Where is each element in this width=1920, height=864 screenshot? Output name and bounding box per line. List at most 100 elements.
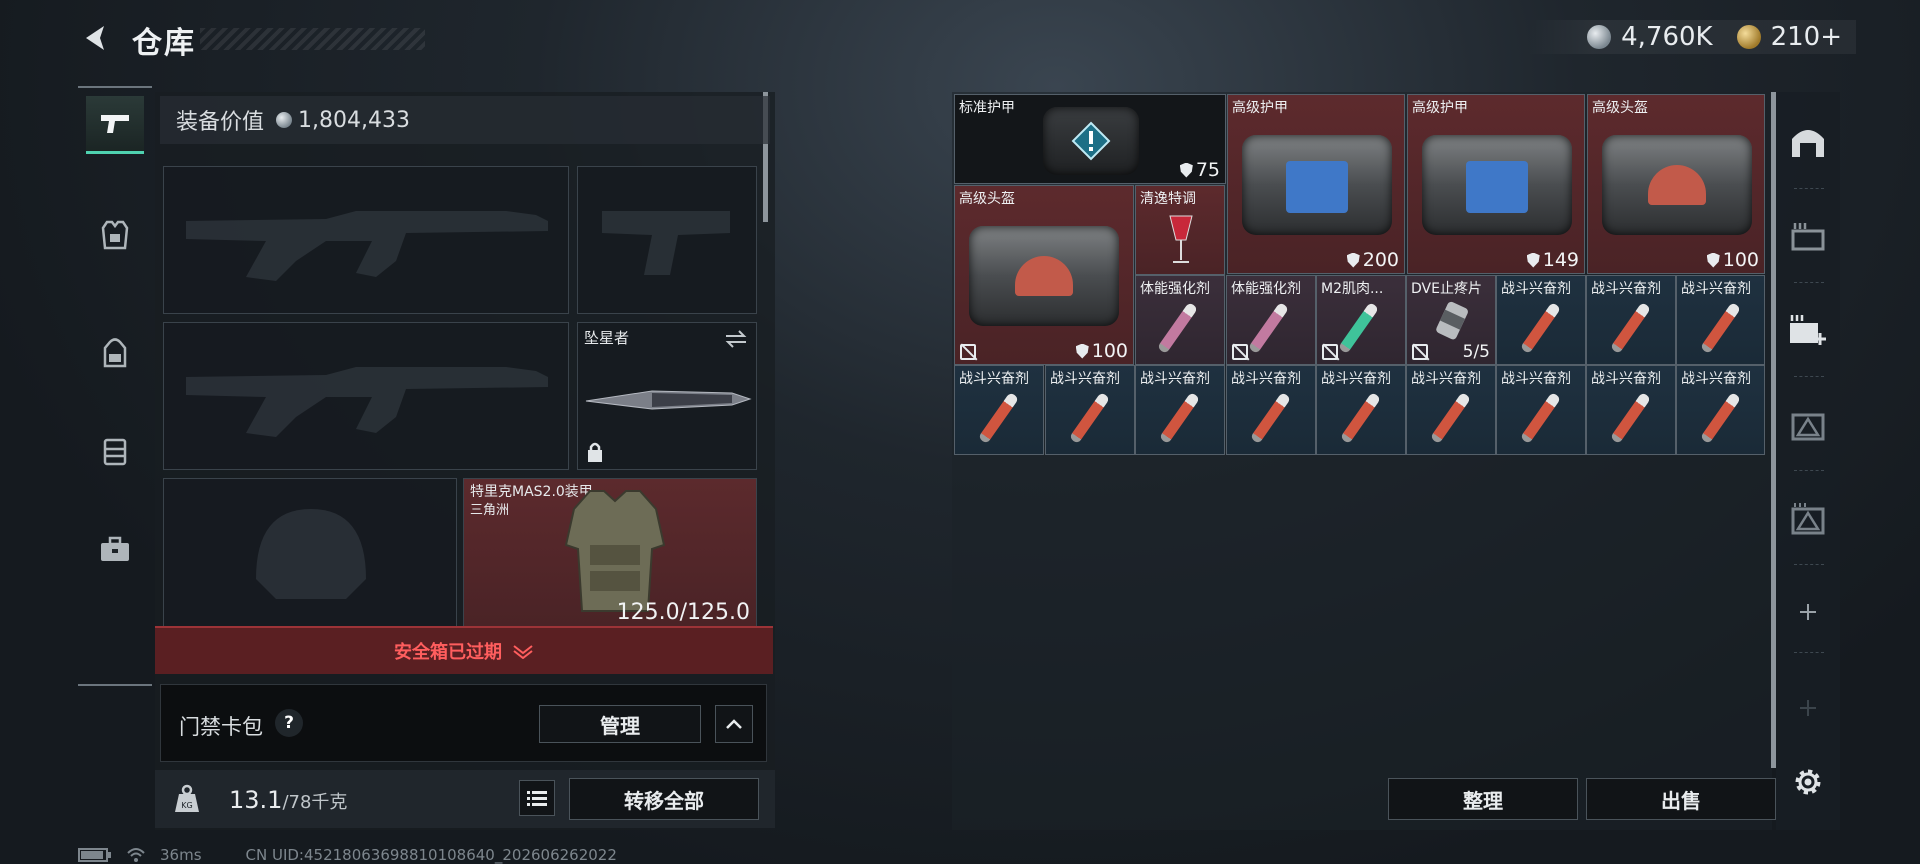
sort-button[interactable]: 整理 (1388, 778, 1578, 820)
storage-tab-4[interactable] (1788, 404, 1828, 444)
inventory-item-standard-armor[interactable]: 标准护甲 75 (954, 94, 1226, 184)
rail-divider (1794, 282, 1824, 283)
equipment-value-bar: 装备价值 1,804,433 (160, 96, 770, 144)
item-name: 高级护甲 (1232, 100, 1288, 116)
duffel-bag-icon (1602, 135, 1752, 235)
silver-coin-icon (276, 112, 293, 128)
inventory-item-advanced-helmet[interactable]: 高级头盔 100 (954, 185, 1134, 365)
inventory-item-combat-stimulant[interactable]: 战斗兴奋剂 (1226, 365, 1316, 455)
melee-name: 坠星者 (584, 329, 630, 347)
transfer-all-button[interactable]: 转移全部 (569, 778, 759, 820)
inventory-item-drink[interactable]: 清逸特调 (1135, 185, 1225, 275)
silver-currency-value: 4,760K (1621, 22, 1713, 52)
tab-weapons[interactable] (86, 96, 144, 154)
inventory-item-combat-stimulant[interactable]: 战斗兴奋剂 (1496, 365, 1586, 455)
storage-tab-2[interactable] (1788, 216, 1828, 256)
lock-icon (588, 442, 602, 462)
pistol-silhouette-icon (602, 211, 730, 275)
chevron-up-icon (726, 719, 742, 729)
inventory-item-advanced-helmet[interactable]: 高级头盔 100 (1587, 94, 1765, 274)
item-value: 75 (1179, 159, 1220, 181)
weight-current: 13.1 (229, 786, 283, 814)
storage-box-icon (1791, 223, 1825, 251)
page-title: 仓库 (132, 26, 196, 61)
inventory-item-combat-stimulant[interactable]: 战斗兴奋剂 (1676, 275, 1765, 365)
inventory-item-combat-stimulant[interactable]: 战斗兴奋剂 (1406, 365, 1496, 455)
rail-divider (78, 86, 152, 88)
armor-durability: 125.0/125.0 (616, 600, 750, 625)
storage-tab-5[interactable] (1788, 498, 1828, 538)
melee-slot[interactable]: 坠星者 (577, 322, 757, 470)
safebox-status: 安全箱已过期 (394, 642, 502, 663)
list-view-button[interactable] (519, 780, 555, 816)
storage-tab-1[interactable] (1788, 122, 1828, 162)
inventory-item-combat-stimulant[interactable]: 战斗兴奋剂 (1586, 365, 1676, 455)
inventory-item-advanced-armor[interactable]: 高级护甲 149 (1407, 94, 1585, 274)
help-icon[interactable]: ? (275, 709, 303, 737)
category-rail (78, 86, 152, 686)
tab-safebox[interactable] (86, 520, 144, 578)
storage-tab-3[interactable] (1788, 310, 1828, 350)
safebox-expired-banner[interactable]: 安全箱已过期 (155, 626, 773, 674)
shield-icon (1075, 343, 1089, 359)
sell-button[interactable]: 出售 (1586, 778, 1776, 820)
add-storage-icon (1790, 315, 1826, 345)
item-value: 100 (1706, 249, 1759, 271)
knife-icon (585, 390, 752, 410)
item-value-text: 149 (1542, 249, 1579, 271)
triangle-storage-icon (1791, 413, 1825, 441)
add-storage-button[interactable] (1788, 592, 1828, 632)
add-storage-button-disabled (1788, 688, 1828, 728)
swap-icon[interactable] (724, 329, 748, 349)
duffel-bag-icon (969, 226, 1119, 326)
helmet-slot[interactable] (163, 478, 457, 628)
primary-weapon-slot[interactable] (163, 166, 569, 314)
weight-max: /78千克 (282, 792, 348, 813)
injector-icon (977, 391, 1020, 445)
armor-slot[interactable]: 特里克MAS2.0装甲 三角洲 125.0/125.0 (463, 478, 757, 628)
settings-button[interactable] (1788, 762, 1828, 802)
rifle-silhouette-icon (186, 211, 548, 281)
item-value-text: 200 (1362, 249, 1399, 271)
inventory-item-dve-painkiller[interactable]: DVE止疼片 5/5 (1406, 275, 1496, 365)
inventory-item-combat-stimulant[interactable]: 战斗兴奋剂 (1135, 365, 1225, 455)
inventory-item-combat-stimulant[interactable]: 战斗兴奋剂 (1496, 275, 1586, 365)
plus-icon (1800, 700, 1816, 716)
shield-icon (1526, 252, 1540, 268)
item-value-text: 100 (1091, 340, 1128, 362)
inventory-item-combat-stimulant[interactable]: 战斗兴奋剂 (1316, 365, 1406, 455)
item-name: 战斗兴奋剂 (1681, 281, 1751, 297)
vest-icon (101, 220, 129, 250)
back-button[interactable] (78, 20, 114, 56)
item-name: 战斗兴奋剂 (1591, 281, 1661, 297)
gold-currency-value: 210+ (1770, 22, 1842, 52)
item-name: 战斗兴奋剂 (1681, 371, 1751, 387)
collapse-button[interactable] (715, 705, 753, 743)
inventory-item-m2-muscle[interactable]: M2肌肉... (1316, 275, 1406, 365)
archway-icon (1792, 130, 1824, 157)
inventory-item-combat-stimulant[interactable]: 战斗兴奋剂 (1676, 365, 1765, 455)
tab-backpack[interactable] (86, 324, 144, 382)
silver-coin-icon (1587, 25, 1612, 49)
manage-button[interactable]: 管理 (539, 705, 701, 743)
weight-value: 13.1/78千克 (229, 786, 347, 814)
inventory-item-combat-stimulant[interactable]: 战斗兴奋剂 (954, 365, 1044, 455)
equipment-value: 1,804,433 (298, 107, 410, 133)
pistol-slot[interactable] (577, 166, 757, 314)
tab-armor[interactable] (86, 206, 144, 264)
tab-rig[interactable] (86, 422, 144, 480)
ping-value: 36ms (160, 846, 202, 864)
inventory-item-combat-stimulant[interactable]: 战斗兴奋剂 (1586, 275, 1676, 365)
inventory-item-advanced-armor[interactable]: 高级护甲 200 (1227, 94, 1405, 274)
rail-divider (1794, 376, 1824, 377)
user-uid: CN UID:45218063698810108640_202606262022 (245, 846, 617, 864)
inventory-item-stamina-booster[interactable]: 体能强化剂 (1226, 275, 1316, 365)
secondary-weapon-slot[interactable] (163, 322, 569, 470)
title-decoration (200, 28, 425, 50)
item-name: 战斗兴奋剂 (1140, 371, 1210, 387)
injector-icon (1609, 391, 1652, 445)
equipment-value-label: 装备价值 (176, 110, 265, 135)
inventory-item-combat-stimulant[interactable]: 战斗兴奋剂 (1045, 365, 1135, 455)
inventory-item-stamina-booster[interactable]: 体能强化剂 (1135, 275, 1225, 365)
item-name: 战斗兴奋剂 (1231, 371, 1301, 387)
